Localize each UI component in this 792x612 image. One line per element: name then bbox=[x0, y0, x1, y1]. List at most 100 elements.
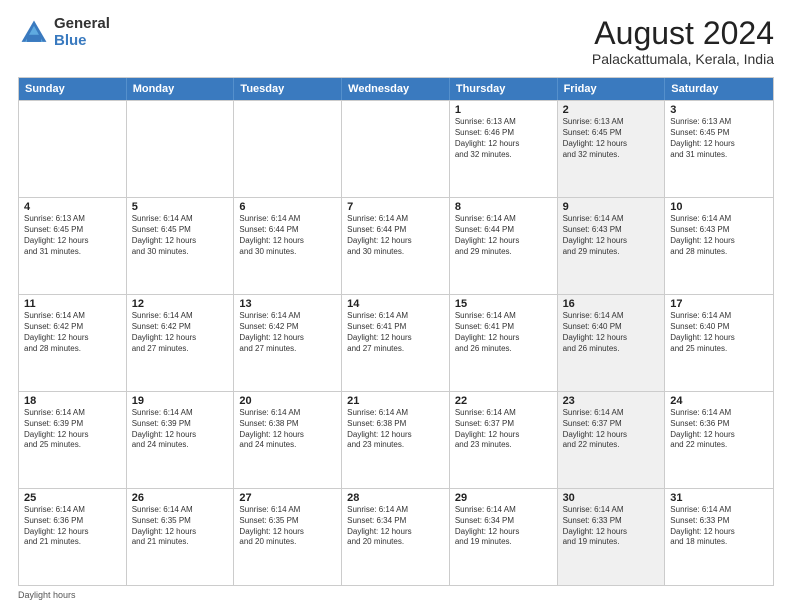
day-number: 4 bbox=[24, 201, 121, 213]
calendar-cell: 16Sunrise: 6:14 AM Sunset: 6:40 PM Dayli… bbox=[558, 295, 666, 391]
calendar-cell: 6Sunrise: 6:14 AM Sunset: 6:44 PM Daylig… bbox=[234, 198, 342, 294]
logo-icon bbox=[18, 17, 50, 49]
calendar-cell: 11Sunrise: 6:14 AM Sunset: 6:42 PM Dayli… bbox=[19, 295, 127, 391]
day-number: 30 bbox=[563, 492, 660, 504]
weekday-header: Monday bbox=[127, 78, 235, 100]
day-info: Sunrise: 6:14 AM Sunset: 6:36 PM Dayligh… bbox=[670, 408, 768, 451]
day-number: 24 bbox=[670, 395, 768, 407]
day-info: Sunrise: 6:14 AM Sunset: 6:40 PM Dayligh… bbox=[670, 311, 768, 354]
day-number: 3 bbox=[670, 104, 768, 116]
day-number: 8 bbox=[455, 201, 552, 213]
calendar-cell: 1Sunrise: 6:13 AM Sunset: 6:46 PM Daylig… bbox=[450, 101, 558, 197]
day-number: 27 bbox=[239, 492, 336, 504]
day-number: 25 bbox=[24, 492, 121, 504]
day-info: Sunrise: 6:14 AM Sunset: 6:34 PM Dayligh… bbox=[455, 505, 552, 548]
day-number: 28 bbox=[347, 492, 444, 504]
calendar-body: 1Sunrise: 6:13 AM Sunset: 6:46 PM Daylig… bbox=[19, 100, 773, 585]
calendar-cell: 18Sunrise: 6:14 AM Sunset: 6:39 PM Dayli… bbox=[19, 392, 127, 488]
calendar-cell: 14Sunrise: 6:14 AM Sunset: 6:41 PM Dayli… bbox=[342, 295, 450, 391]
calendar-cell bbox=[342, 101, 450, 197]
day-number: 19 bbox=[132, 395, 229, 407]
day-number: 9 bbox=[563, 201, 660, 213]
day-number: 17 bbox=[670, 298, 768, 310]
calendar-cell bbox=[19, 101, 127, 197]
calendar-cell: 28Sunrise: 6:14 AM Sunset: 6:34 PM Dayli… bbox=[342, 489, 450, 585]
calendar-cell: 10Sunrise: 6:14 AM Sunset: 6:43 PM Dayli… bbox=[665, 198, 773, 294]
weekday-header: Friday bbox=[558, 78, 666, 100]
day-number: 10 bbox=[670, 201, 768, 213]
calendar-cell: 27Sunrise: 6:14 AM Sunset: 6:35 PM Dayli… bbox=[234, 489, 342, 585]
day-number: 5 bbox=[132, 201, 229, 213]
day-info: Sunrise: 6:14 AM Sunset: 6:43 PM Dayligh… bbox=[670, 214, 768, 257]
weekday-header: Sunday bbox=[19, 78, 127, 100]
day-info: Sunrise: 6:14 AM Sunset: 6:39 PM Dayligh… bbox=[24, 408, 121, 451]
day-number: 23 bbox=[563, 395, 660, 407]
day-number: 14 bbox=[347, 298, 444, 310]
day-info: Sunrise: 6:14 AM Sunset: 6:37 PM Dayligh… bbox=[455, 408, 552, 451]
calendar-cell: 7Sunrise: 6:14 AM Sunset: 6:44 PM Daylig… bbox=[342, 198, 450, 294]
weekday-header: Tuesday bbox=[234, 78, 342, 100]
day-info: Sunrise: 6:14 AM Sunset: 6:41 PM Dayligh… bbox=[347, 311, 444, 354]
day-info: Sunrise: 6:14 AM Sunset: 6:35 PM Dayligh… bbox=[239, 505, 336, 548]
page-subtitle: Palackattumala, Kerala, India bbox=[592, 51, 774, 67]
day-info: Sunrise: 6:14 AM Sunset: 6:33 PM Dayligh… bbox=[670, 505, 768, 548]
day-info: Sunrise: 6:14 AM Sunset: 6:37 PM Dayligh… bbox=[563, 408, 660, 451]
day-number: 2 bbox=[563, 104, 660, 116]
calendar-cell: 2Sunrise: 6:13 AM Sunset: 6:45 PM Daylig… bbox=[558, 101, 666, 197]
day-number: 22 bbox=[455, 395, 552, 407]
day-info: Sunrise: 6:14 AM Sunset: 6:41 PM Dayligh… bbox=[455, 311, 552, 354]
calendar-cell: 26Sunrise: 6:14 AM Sunset: 6:35 PM Dayli… bbox=[127, 489, 235, 585]
day-number: 21 bbox=[347, 395, 444, 407]
calendar-row: 1Sunrise: 6:13 AM Sunset: 6:46 PM Daylig… bbox=[19, 100, 773, 197]
calendar-cell: 4Sunrise: 6:13 AM Sunset: 6:45 PM Daylig… bbox=[19, 198, 127, 294]
day-number: 12 bbox=[132, 298, 229, 310]
day-info: Sunrise: 6:14 AM Sunset: 6:43 PM Dayligh… bbox=[563, 214, 660, 257]
calendar-cell: 19Sunrise: 6:14 AM Sunset: 6:39 PM Dayli… bbox=[127, 392, 235, 488]
day-info: Sunrise: 6:14 AM Sunset: 6:33 PM Dayligh… bbox=[563, 505, 660, 548]
day-info: Sunrise: 6:14 AM Sunset: 6:38 PM Dayligh… bbox=[347, 408, 444, 451]
day-info: Sunrise: 6:14 AM Sunset: 6:45 PM Dayligh… bbox=[132, 214, 229, 257]
day-number: 6 bbox=[239, 201, 336, 213]
calendar-cell: 23Sunrise: 6:14 AM Sunset: 6:37 PM Dayli… bbox=[558, 392, 666, 488]
calendar-cell: 15Sunrise: 6:14 AM Sunset: 6:41 PM Dayli… bbox=[450, 295, 558, 391]
calendar-cell: 5Sunrise: 6:14 AM Sunset: 6:45 PM Daylig… bbox=[127, 198, 235, 294]
calendar-cell: 20Sunrise: 6:14 AM Sunset: 6:38 PM Dayli… bbox=[234, 392, 342, 488]
day-info: Sunrise: 6:13 AM Sunset: 6:45 PM Dayligh… bbox=[563, 117, 660, 160]
day-number: 20 bbox=[239, 395, 336, 407]
day-info: Sunrise: 6:14 AM Sunset: 6:34 PM Dayligh… bbox=[347, 505, 444, 548]
calendar-row: 4Sunrise: 6:13 AM Sunset: 6:45 PM Daylig… bbox=[19, 197, 773, 294]
calendar-row: 25Sunrise: 6:14 AM Sunset: 6:36 PM Dayli… bbox=[19, 488, 773, 585]
day-info: Sunrise: 6:14 AM Sunset: 6:44 PM Dayligh… bbox=[239, 214, 336, 257]
header: General Blue August 2024 Palackattumala,… bbox=[18, 16, 774, 67]
day-number: 11 bbox=[24, 298, 121, 310]
day-info: Sunrise: 6:14 AM Sunset: 6:44 PM Dayligh… bbox=[455, 214, 552, 257]
day-info: Sunrise: 6:14 AM Sunset: 6:42 PM Dayligh… bbox=[132, 311, 229, 354]
logo-general: General bbox=[54, 16, 110, 33]
day-number: 18 bbox=[24, 395, 121, 407]
calendar-cell bbox=[234, 101, 342, 197]
day-number: 29 bbox=[455, 492, 552, 504]
day-info: Sunrise: 6:14 AM Sunset: 6:40 PM Dayligh… bbox=[563, 311, 660, 354]
calendar-row: 18Sunrise: 6:14 AM Sunset: 6:39 PM Dayli… bbox=[19, 391, 773, 488]
day-info: Sunrise: 6:14 AM Sunset: 6:44 PM Dayligh… bbox=[347, 214, 444, 257]
day-number: 15 bbox=[455, 298, 552, 310]
calendar-cell: 30Sunrise: 6:14 AM Sunset: 6:33 PM Dayli… bbox=[558, 489, 666, 585]
day-info: Sunrise: 6:13 AM Sunset: 6:45 PM Dayligh… bbox=[24, 214, 121, 257]
calendar-cell: 13Sunrise: 6:14 AM Sunset: 6:42 PM Dayli… bbox=[234, 295, 342, 391]
day-info: Sunrise: 6:14 AM Sunset: 6:36 PM Dayligh… bbox=[24, 505, 121, 548]
day-number: 7 bbox=[347, 201, 444, 213]
calendar-cell: 3Sunrise: 6:13 AM Sunset: 6:45 PM Daylig… bbox=[665, 101, 773, 197]
calendar-cell bbox=[127, 101, 235, 197]
day-info: Sunrise: 6:14 AM Sunset: 6:42 PM Dayligh… bbox=[239, 311, 336, 354]
page: General Blue August 2024 Palackattumala,… bbox=[0, 0, 792, 612]
calendar-row: 11Sunrise: 6:14 AM Sunset: 6:42 PM Dayli… bbox=[19, 294, 773, 391]
logo-blue: Blue bbox=[54, 33, 110, 50]
day-info: Sunrise: 6:14 AM Sunset: 6:42 PM Dayligh… bbox=[24, 311, 121, 354]
day-info: Sunrise: 6:13 AM Sunset: 6:46 PM Dayligh… bbox=[455, 117, 552, 160]
calendar-cell: 24Sunrise: 6:14 AM Sunset: 6:36 PM Dayli… bbox=[665, 392, 773, 488]
logo: General Blue bbox=[18, 16, 110, 49]
calendar: SundayMondayTuesdayWednesdayThursdayFrid… bbox=[18, 77, 774, 586]
calendar-cell: 9Sunrise: 6:14 AM Sunset: 6:43 PM Daylig… bbox=[558, 198, 666, 294]
day-number: 1 bbox=[455, 104, 552, 116]
weekday-header: Wednesday bbox=[342, 78, 450, 100]
